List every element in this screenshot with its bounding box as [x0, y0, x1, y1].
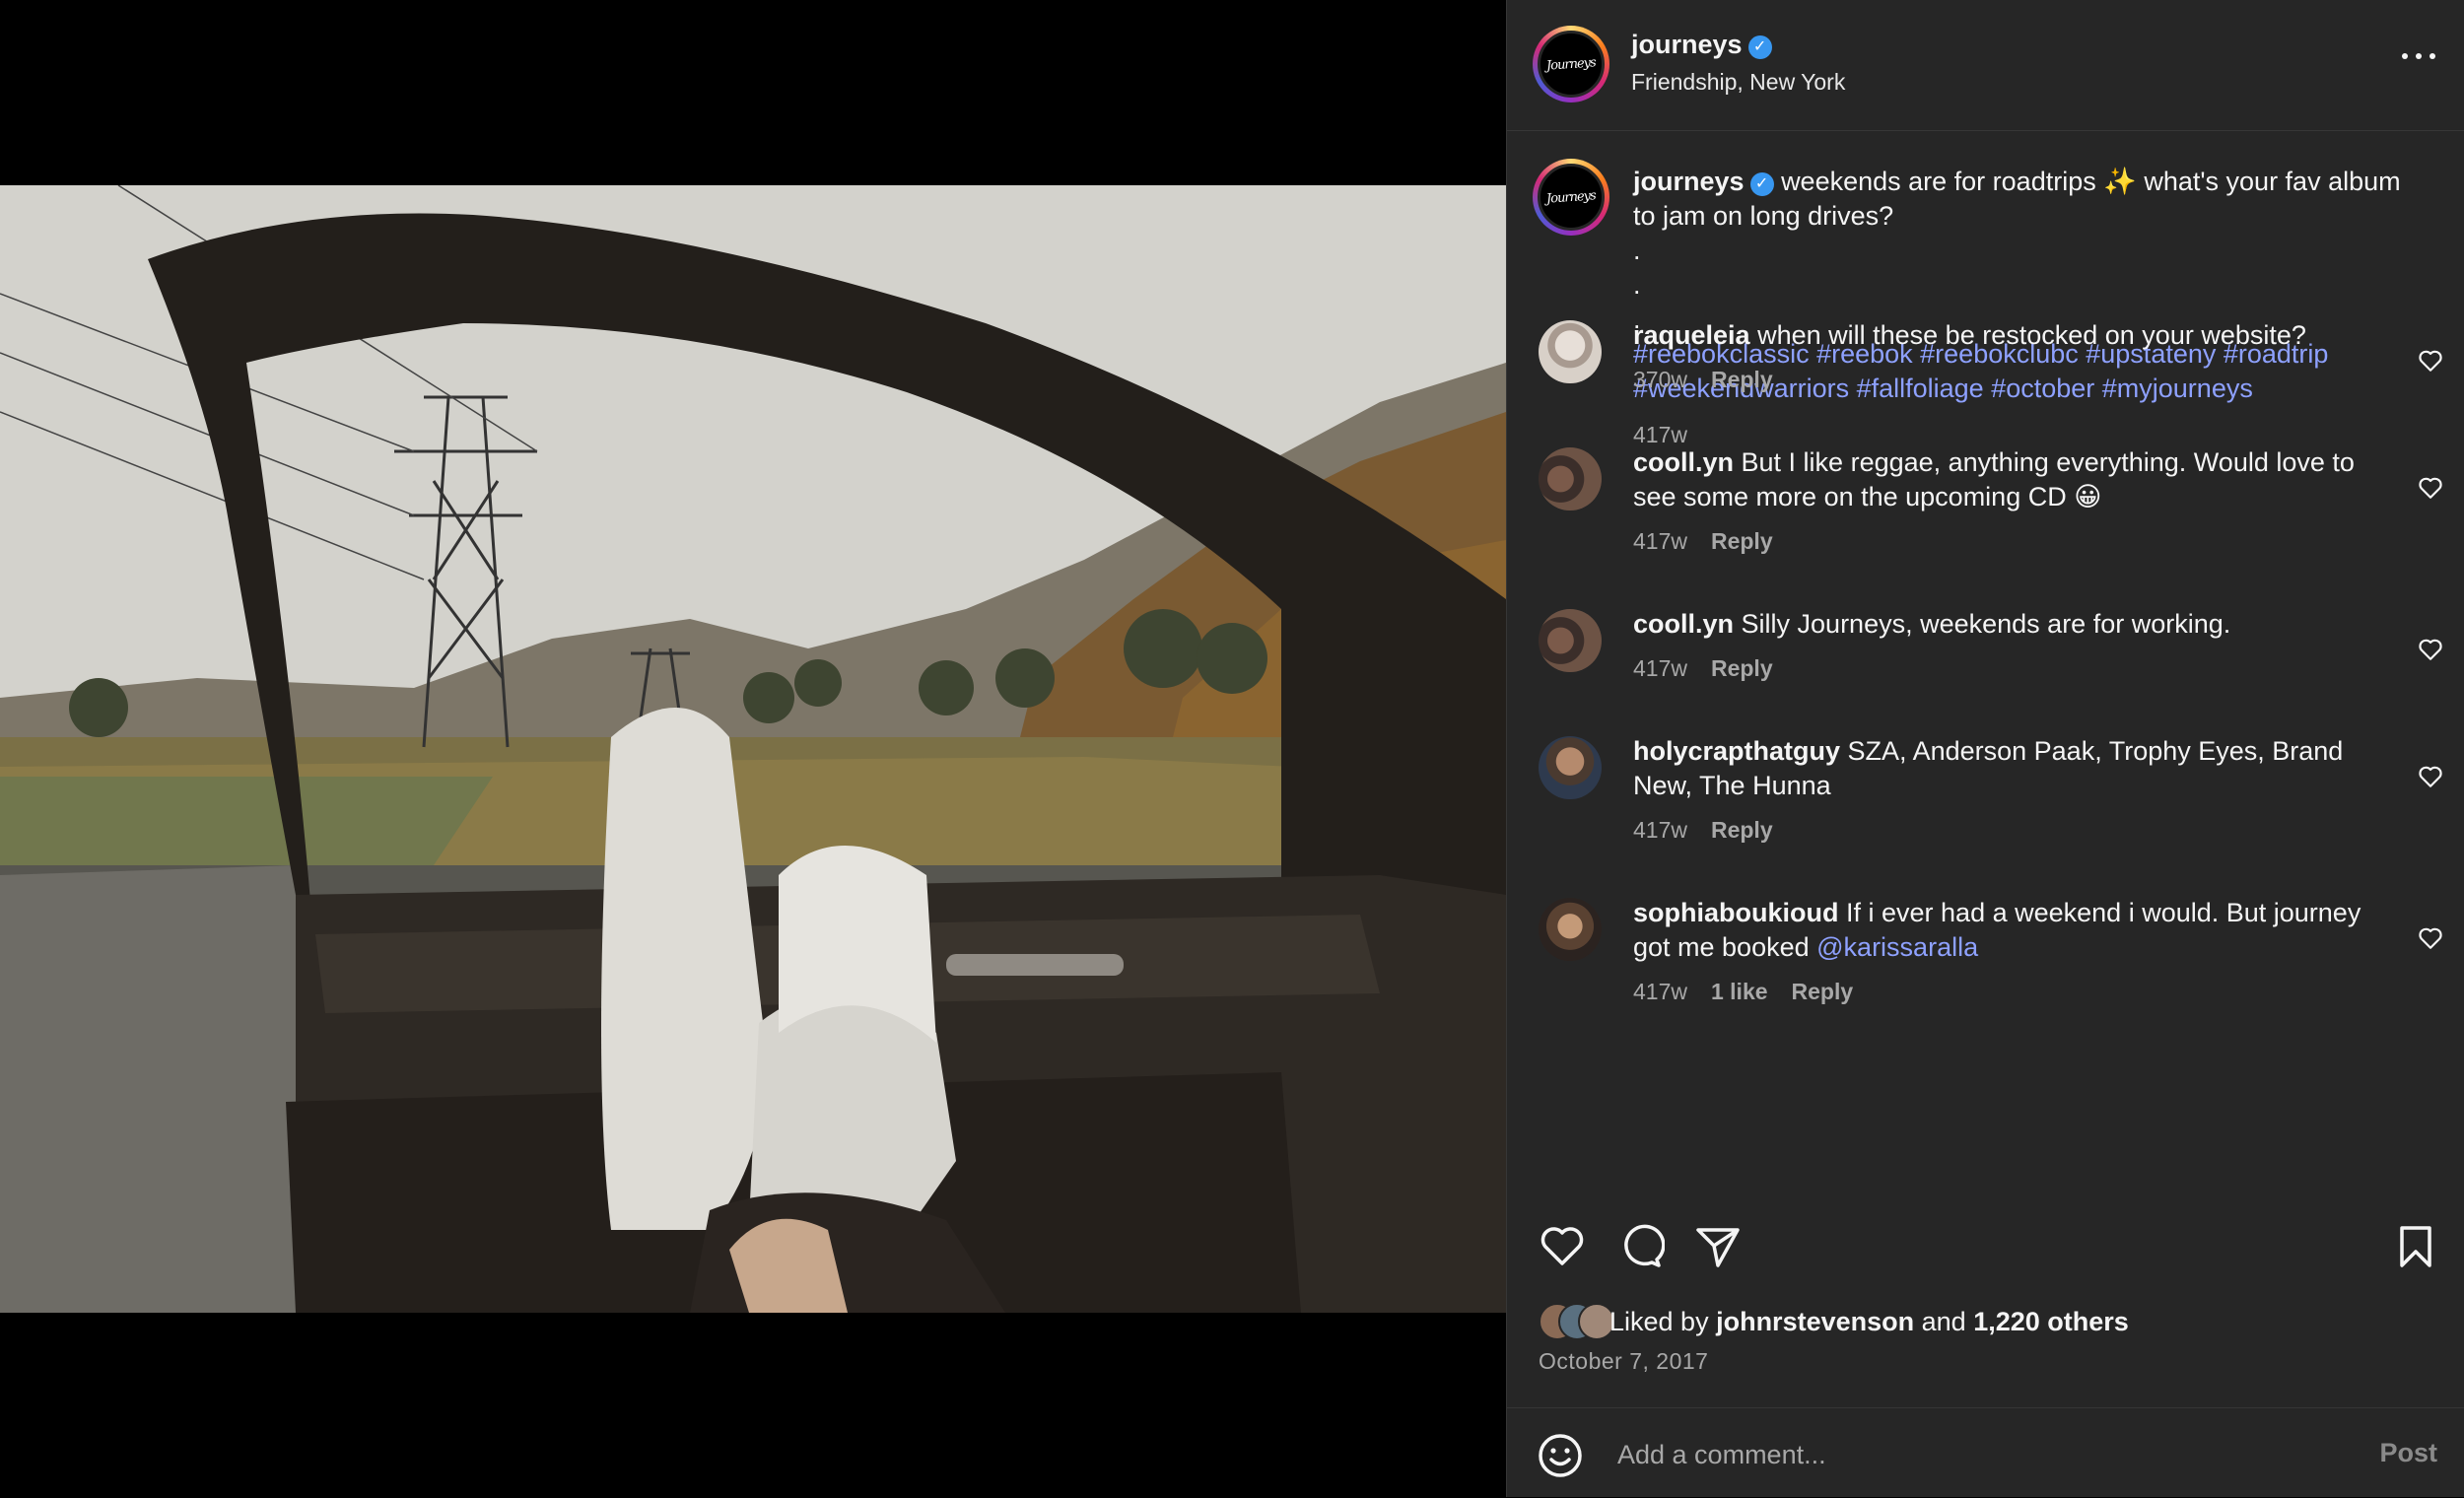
comment-like-heart-icon[interactable]	[2418, 348, 2443, 374]
comment-timestamp[interactable]: 417w	[1633, 655, 1687, 681]
author-avatar[interactable]: Journeys	[1533, 26, 1609, 102]
verified-badge-icon: ✓	[1747, 35, 1772, 59]
commenter-username[interactable]: holycrapthatguy	[1633, 736, 1840, 766]
comment-like-heart-icon[interactable]	[2418, 637, 2443, 662]
commenter-username[interactable]: cooll.yn	[1633, 609, 1734, 639]
commenter-avatar[interactable]	[1539, 609, 1602, 672]
add-comment-bar: Post	[1507, 1407, 2464, 1498]
caption-dot: .	[1633, 236, 1641, 265]
journeys-logo: Journeys	[1545, 187, 1597, 207]
likes-others-count[interactable]: 1,220 others	[1973, 1307, 2129, 1336]
commenter-avatar[interactable]	[1539, 736, 1602, 799]
comment-timestamp[interactable]: 370w	[1633, 367, 1687, 392]
photo-car-window-sneakers	[0, 185, 1506, 1313]
comment-timestamp[interactable]: 417w	[1633, 817, 1687, 843]
commenter-username[interactable]: cooll.yn	[1633, 447, 1734, 477]
liked-by-prefix: Liked by	[1609, 1307, 1717, 1336]
caption-text-block: journeys ✓ weekends are for roadtrips ✨ w…	[1633, 165, 2402, 452]
comment-text: when will these be restocked on your web…	[1757, 320, 2306, 350]
reply-button[interactable]: Reply	[1711, 528, 1773, 554]
heart-icon[interactable]	[1539, 1222, 1586, 1269]
reply-button[interactable]: Reply	[1711, 367, 1773, 392]
reply-button[interactable]: Reply	[1711, 817, 1773, 843]
author-username[interactable]: journeys ✓	[1631, 30, 1772, 60]
commenter-avatar[interactable]	[1539, 898, 1602, 961]
comment-timestamp[interactable]: 417w	[1633, 528, 1687, 554]
comment-like-heart-icon[interactable]	[2418, 764, 2443, 789]
comment-like-heart-icon[interactable]	[2418, 475, 2443, 501]
comment-bubble-icon[interactable]	[1617, 1222, 1665, 1269]
post-actions-bar	[1507, 1222, 2464, 1281]
reply-button[interactable]: Reply	[1711, 655, 1773, 681]
liked-by-middle: and	[1914, 1307, 1974, 1336]
comments-section[interactable]: Journeys journeys ✓ weekends are for road…	[1507, 131, 2464, 1195]
comment-like-heart-icon[interactable]	[2418, 925, 2443, 951]
bookmark-icon[interactable]	[2392, 1222, 2439, 1269]
comment-timestamp[interactable]: 417w	[1633, 979, 1687, 1004]
comment-likes-count[interactable]: 1 like	[1711, 979, 1768, 1004]
caption-body: weekends are for roadtrips ✨ what's your…	[1633, 167, 2401, 231]
liker-username[interactable]: johnrstevenson	[1716, 1307, 1914, 1336]
caption-username[interactable]: journeys	[1633, 167, 1745, 196]
caption-dot: .	[1633, 270, 1641, 300]
post-media	[0, 0, 1506, 1497]
comment-text: Silly Journeys, weekends are for working…	[1741, 609, 2231, 639]
journeys-logo: Journeys	[1545, 54, 1597, 74]
author-username-text[interactable]: journeys	[1631, 30, 1743, 59]
comment-mention-link[interactable]: @karissaralla	[1816, 932, 1978, 962]
more-options-icon[interactable]	[2402, 51, 2435, 61]
smiley-icon[interactable]	[1537, 1432, 1584, 1479]
commenter-avatar[interactable]	[1539, 447, 1602, 511]
commenter-username[interactable]: raqueleia	[1633, 320, 1750, 350]
comment-text: But I like reggae, anything everything. …	[1633, 447, 2355, 511]
caption-timestamp[interactable]: 417w	[1633, 422, 1687, 447]
verified-badge-icon: ✓	[1749, 172, 1774, 196]
post-date[interactable]: October 7, 2017	[1539, 1348, 1708, 1375]
post-photo[interactable]	[0, 185, 1506, 1313]
commenter-avatar[interactable]	[1539, 320, 1602, 383]
paper-plane-icon[interactable]	[1694, 1222, 1742, 1269]
post-panel: Journeys journeys ✓ Friendship, New York …	[1506, 0, 2464, 1497]
commenter-username[interactable]: sophiaboukioud	[1633, 898, 1839, 927]
add-comment-input[interactable]	[1615, 1430, 2309, 1479]
caption-author-avatar[interactable]: Journeys	[1533, 159, 1609, 236]
post-header: Journeys journeys ✓ Friendship, New York	[1507, 0, 2464, 131]
post-location[interactable]: Friendship, New York	[1631, 69, 1845, 96]
post-comment-button[interactable]: Post	[2379, 1438, 2437, 1468]
reply-button[interactable]: Reply	[1792, 979, 1854, 1004]
